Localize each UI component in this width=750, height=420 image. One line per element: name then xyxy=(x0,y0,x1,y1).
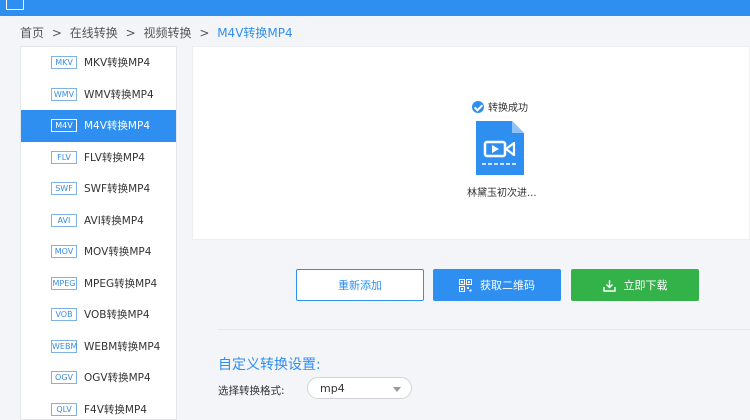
sidebar-item-label: OGV转换MP4 xyxy=(84,372,151,385)
download-icon xyxy=(602,279,616,292)
sidebar-item-vob[interactable]: VOB VOB转换MP4 xyxy=(21,299,176,331)
main-panel: 转换成功 林黛玉初次进... 重新添加 获取二维码 立即下载 自定义转换设置: … xyxy=(192,46,750,420)
sidebar-item-label: M4V转换MP4 xyxy=(84,120,150,133)
sidebar-item-label: MOV转换MP4 xyxy=(84,246,152,259)
chevron-down-icon xyxy=(393,387,401,392)
re-add-button[interactable]: 重新添加 xyxy=(296,269,424,301)
format-badge: VOB xyxy=(51,308,77,322)
sidebar-item-flv[interactable]: FLV FLV转换MP4 xyxy=(21,142,176,174)
sidebar-item-label: SWF转换MP4 xyxy=(84,183,151,196)
sidebar-item-swf[interactable]: SWF SWF转换MP4 xyxy=(21,173,176,205)
breadcrumb-home[interactable]: 首页 xyxy=(20,26,44,40)
sidebar-item-f4v[interactable]: QLV F4V转换MP4 xyxy=(21,394,176,420)
sidebar-item-label: MPEG转换MP4 xyxy=(84,277,158,290)
format-badge: WMV xyxy=(51,87,77,101)
format-sidebar: MKV MKV转换MP4 WMV WMV转换MP4 M4V M4V转换MP4 FLV F… xyxy=(20,46,177,420)
format-select-label: 选择转换格式: xyxy=(218,385,285,397)
sidebar-item-webm[interactable]: WEBM WEBM转换MP4 xyxy=(21,331,176,363)
conversion-status: 转换成功 xyxy=(472,99,528,114)
sidebar-item-wmv[interactable]: WMV WMV转换MP4 xyxy=(21,79,176,111)
format-badge: QLV xyxy=(51,402,77,416)
sidebar-item-m4v[interactable]: M4V M4V转换MP4 xyxy=(21,110,176,142)
sidebar-item-label: AVI转换MP4 xyxy=(84,214,144,227)
format-badge: SWF xyxy=(51,182,77,196)
conversion-result-card: 转换成功 林黛玉初次进... xyxy=(192,46,750,240)
get-qr-code-label: 获取二维码 xyxy=(480,279,535,292)
format-badge: M4V xyxy=(51,119,77,133)
breadcrumb-separator: > xyxy=(51,26,62,40)
re-add-label: 重新添加 xyxy=(338,279,382,292)
format-badge: AVI xyxy=(51,213,77,227)
sidebar-item-mkv[interactable]: MKV MKV转换MP4 xyxy=(21,47,176,79)
breadcrumb: 首页 > 在线转换 > 视频转换 > M4V转换MP4 xyxy=(20,24,297,41)
file-name: 林黛玉初次进... xyxy=(467,188,537,199)
format-badge: WEBM xyxy=(51,339,78,353)
get-qr-code-button[interactable]: 获取二维码 xyxy=(433,269,561,301)
status-text: 转换成功 xyxy=(488,103,528,114)
breadcrumb-separator: > xyxy=(125,26,136,40)
sidebar-item-label: FLV转换MP4 xyxy=(84,151,145,164)
video-file-icon[interactable] xyxy=(474,119,526,177)
breadcrumb-current: M4V转换MP4 xyxy=(217,26,293,40)
sidebar-item-label: VOB转换MP4 xyxy=(84,309,150,322)
format-badge: MPEG xyxy=(51,276,77,290)
sidebar-item-mpeg[interactable]: MPEG MPEG转换MP4 xyxy=(21,268,176,300)
format-badge: FLV xyxy=(51,150,77,164)
format-badge: MOV xyxy=(51,245,77,259)
sidebar-item-ogv[interactable]: OGV OGV转换MP4 xyxy=(21,362,176,394)
top-header-bar xyxy=(0,0,750,16)
logo-icon[interactable] xyxy=(6,0,24,10)
download-now-button[interactable]: 立即下载 xyxy=(571,269,699,301)
breadcrumb-separator: > xyxy=(199,26,210,40)
section-divider xyxy=(218,329,750,330)
format-badge: OGV xyxy=(51,371,77,385)
format-select-value: mp4 xyxy=(320,381,345,395)
custom-settings-title: 自定义转换设置: xyxy=(218,357,321,373)
format-select[interactable]: mp4 xyxy=(307,377,412,399)
sidebar-item-avi[interactable]: AVI AVI转换MP4 xyxy=(21,205,176,237)
breadcrumb-video-convert[interactable]: 视频转换 xyxy=(143,26,191,40)
sidebar-item-label: MKV转换MP4 xyxy=(84,57,151,70)
check-circle-icon xyxy=(472,100,484,113)
sidebar-item-label: F4V转换MP4 xyxy=(84,403,147,416)
sidebar-item-label: WMV转换MP4 xyxy=(84,88,154,101)
sidebar-item-label: WEBM转换MP4 xyxy=(84,340,161,353)
download-now-label: 立即下载 xyxy=(623,279,668,292)
sidebar-item-mov[interactable]: MOV MOV转换MP4 xyxy=(21,236,176,268)
qr-code-icon xyxy=(459,278,472,292)
breadcrumb-online-convert[interactable]: 在线转换 xyxy=(70,26,118,40)
format-badge: MKV xyxy=(51,56,77,70)
